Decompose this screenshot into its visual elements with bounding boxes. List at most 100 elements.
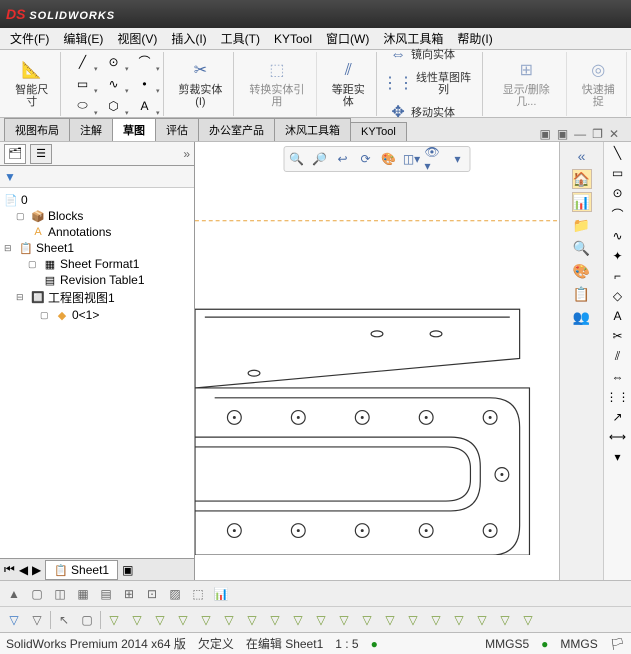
cursor-box[interactable]: ▢ [77, 610, 97, 630]
tab-view-layout[interactable]: 视图布局 [4, 118, 70, 141]
f13[interactable]: ▽ [380, 610, 400, 630]
status-units2[interactable]: MMGS [560, 637, 597, 651]
text-tool[interactable]: A [131, 96, 159, 116]
line-tool[interactable]: ╱ [69, 52, 97, 72]
feature-tree[interactable]: 📄0 ▢📦Blocks AAnnotations ⊟📋Sheet1 ▢▦Shee… [0, 188, 194, 558]
rect-tool[interactable]: ▭ [69, 74, 97, 94]
tb-4[interactable]: ▦ [73, 584, 93, 604]
tb-lasso[interactable]: ▢ [27, 584, 47, 604]
f14[interactable]: ▽ [403, 610, 423, 630]
close-icon[interactable]: ✕ [609, 127, 619, 141]
drawing-canvas[interactable]: 🔍 🔎 ↩ ⟳ 🎨 ◫▾ 👁▾ ▾ [195, 142, 559, 580]
menu-tools[interactable]: 工具(T) [215, 28, 266, 49]
tb-8[interactable]: ▨ [165, 584, 185, 604]
smart-dimension-button[interactable]: 📐 智能尺寸 [8, 58, 56, 110]
quicksnap-button[interactable]: ◎ 快速捕捉 [575, 58, 623, 110]
arc2-icon[interactable]: ⌒ [611, 206, 623, 223]
property-tab[interactable]: ☰ [30, 144, 52, 164]
sheet-tab[interactable]: 📋 Sheet1 [45, 560, 118, 580]
tb-select[interactable]: ▲ [4, 584, 24, 604]
status-flag[interactable]: 🏳 [610, 637, 625, 651]
f4[interactable]: ▽ [173, 610, 193, 630]
sheet-nav-next[interactable]: ▶ [32, 563, 41, 577]
display-delete-button[interactable]: ⊞ 显示/删除几... [491, 58, 561, 110]
appearances-icon[interactable]: 🎨 [572, 261, 592, 281]
tb-10[interactable]: 📊 [211, 584, 231, 604]
filter-2[interactable]: ▽ [27, 610, 47, 630]
spline-tool[interactable]: ∿ [100, 74, 128, 94]
f18[interactable]: ▽ [495, 610, 515, 630]
menu-file[interactable]: 文件(F) [4, 28, 55, 49]
offset-button[interactable]: ⫽ 等距实体 [325, 58, 373, 110]
tb-6[interactable]: ⊞ [119, 584, 139, 604]
forum-icon[interactable]: 👥 [572, 307, 592, 327]
f11[interactable]: ▽ [334, 610, 354, 630]
doc-icon2[interactable]: ▣ [557, 127, 568, 141]
f6[interactable]: ▽ [219, 610, 239, 630]
minimize-icon[interactable]: — [574, 127, 586, 141]
point-tool[interactable]: • [131, 74, 159, 94]
filter-icon[interactable]: ▼ [4, 170, 16, 184]
f15[interactable]: ▽ [426, 610, 446, 630]
point2-icon[interactable]: ✦ [612, 249, 622, 263]
circle-icon[interactable]: ⊙ [612, 186, 622, 200]
spline2-icon[interactable]: ∿ [612, 229, 622, 243]
tab-evaluate[interactable]: 评估 [155, 118, 199, 141]
plane-icon[interactable]: ◇ [613, 289, 622, 303]
view-palette-icon[interactable]: 🔍 [572, 238, 592, 258]
ellipse-tool[interactable]: ⬭ [69, 96, 97, 116]
custom-props-icon[interactable]: 📋 [572, 284, 592, 304]
pattern-button[interactable]: ⋮⋮线性草图阵列 [385, 70, 478, 98]
design-lib-icon[interactable]: 📊 [572, 192, 592, 212]
f16[interactable]: ▽ [449, 610, 469, 630]
f10[interactable]: ▽ [311, 610, 331, 630]
feature-tree-tab[interactable]: 🗂 [4, 144, 26, 164]
line-icon[interactable]: ╲ [614, 146, 621, 160]
f1[interactable]: ▽ [104, 610, 124, 630]
more-icon[interactable]: ▾ [614, 450, 620, 464]
arc-tool[interactable]: ⌒ [131, 52, 159, 72]
f5[interactable]: ▽ [196, 610, 216, 630]
menu-kytool[interactable]: KYTool [268, 30, 318, 48]
trim2-icon[interactable]: ✂ [612, 329, 622, 343]
cursor-arrow[interactable]: ↖ [54, 610, 74, 630]
tab-annotate[interactable]: 注解 [69, 118, 113, 141]
convert-button[interactable]: ⬚ 转换实体引用 [242, 58, 311, 110]
f7[interactable]: ▽ [242, 610, 262, 630]
f9[interactable]: ▽ [288, 610, 308, 630]
f2[interactable]: ▽ [127, 610, 147, 630]
polygon-tool[interactable]: ⬡ [100, 96, 128, 116]
fillet-icon[interactable]: ⌐ [614, 269, 621, 283]
f8[interactable]: ▽ [265, 610, 285, 630]
move2-icon[interactable]: ↗ [612, 410, 622, 424]
sheet-nav-first[interactable]: ⏮ [4, 562, 15, 577]
rect-icon[interactable]: ▭ [612, 166, 623, 180]
tb-5[interactable]: ▤ [96, 584, 116, 604]
tb-3[interactable]: ◫ [50, 584, 70, 604]
filter-all[interactable]: ▽ [4, 610, 24, 630]
chevron-icon[interactable]: « [572, 146, 592, 166]
circle-tool[interactable]: ⊙ [100, 52, 128, 72]
f17[interactable]: ▽ [472, 610, 492, 630]
sheet-nav-prev[interactable]: ◀ [19, 563, 28, 577]
f19[interactable]: ▽ [518, 610, 538, 630]
f12[interactable]: ▽ [357, 610, 377, 630]
dim2-icon[interactable]: ⟷ [609, 430, 626, 444]
doc-icon[interactable]: ▣ [539, 127, 550, 141]
sheet-add[interactable]: ▣ [122, 563, 133, 577]
panel-collapse[interactable]: » [183, 147, 190, 161]
text2-icon[interactable]: A [613, 309, 621, 323]
tab-sketch[interactable]: 草图 [112, 118, 156, 141]
menu-window[interactable]: 窗口(W) [320, 28, 375, 49]
f3[interactable]: ▽ [150, 610, 170, 630]
mirror2-icon[interactable]: ⇔ [612, 370, 624, 384]
menu-view[interactable]: 视图(V) [111, 28, 163, 49]
offset2-icon[interactable]: ⫽ [615, 349, 620, 364]
tab-mufeng[interactable]: 沐风工具箱 [274, 118, 351, 141]
menu-insert[interactable]: 插入(I) [165, 28, 212, 49]
menu-help[interactable]: 帮助(I) [451, 28, 498, 49]
mirror-button[interactable]: ⇔镜向实体 [385, 42, 457, 68]
menu-edit[interactable]: 编辑(E) [57, 28, 109, 49]
tb-7[interactable]: ⊡ [142, 584, 162, 604]
tab-office[interactable]: 办公室产品 [198, 118, 275, 141]
